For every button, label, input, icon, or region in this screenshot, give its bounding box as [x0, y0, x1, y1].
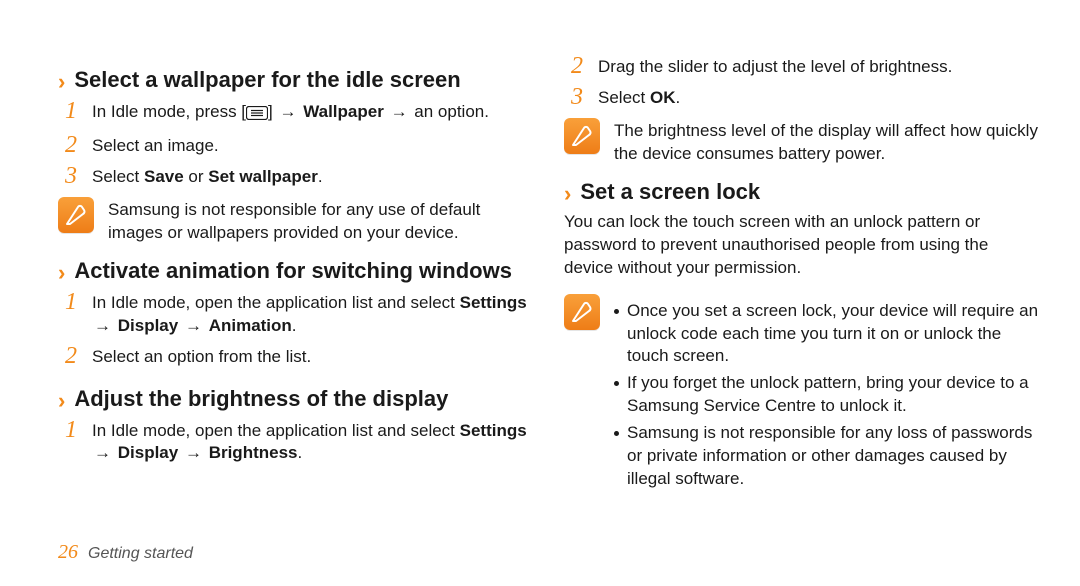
text: .	[318, 167, 323, 186]
menu-key-icon	[246, 104, 268, 127]
left-column: › Select a wallpaper for the idle screen…	[58, 54, 536, 507]
text: an option.	[410, 102, 489, 121]
text: Select	[92, 167, 144, 186]
arrow-icon: →	[183, 316, 204, 335]
text: In Idle mode, open the application list …	[92, 421, 460, 440]
section-screenlock-title: Set a screen lock	[580, 180, 760, 204]
arrow-icon: →	[183, 443, 204, 462]
two-column-layout: › Select a wallpaper for the idle screen…	[58, 54, 1042, 507]
bold-text: Display	[118, 316, 178, 335]
chevron-right-icon: ›	[58, 71, 64, 93]
wallpaper-note: Samsung is not responsible for any use o…	[58, 197, 536, 245]
bullet-icon	[614, 431, 619, 436]
list-item: Samsung is not responsible for any loss …	[614, 422, 1042, 491]
arrow-icon: →	[92, 316, 113, 335]
text: In Idle mode, open the application list …	[92, 293, 460, 312]
note-text: The brightness level of the display will…	[614, 118, 1042, 166]
wallpaper-step-3: 3 Select Save or Set wallpaper.	[58, 164, 536, 189]
note-icon	[58, 197, 94, 233]
note-icon	[564, 294, 600, 330]
step-text: Select OK.	[598, 85, 680, 110]
section-animation-head: › Activate animation for switching windo…	[58, 259, 536, 284]
step-number: 2	[64, 133, 78, 157]
section-wallpaper-head: › Select a wallpaper for the idle screen	[58, 68, 536, 93]
step-number: 2	[570, 54, 584, 78]
chevron-right-icon: ›	[564, 183, 570, 205]
note-text: Samsung is not responsible for any use o…	[108, 197, 536, 245]
bullet-icon	[614, 309, 619, 314]
bullet-text: Once you set a screen lock, your device …	[627, 300, 1042, 369]
chevron-right-icon: ›	[58, 262, 64, 284]
animation-step-1: 1 In Idle mode, open the application lis…	[58, 290, 536, 338]
section-screenlock-head: › Set a screen lock	[564, 180, 1042, 205]
page-footer: 26 Getting started	[58, 539, 193, 566]
wallpaper-step-2: 2 Select an image.	[58, 133, 536, 158]
bullet-text: Samsung is not responsible for any loss …	[627, 422, 1042, 491]
step-number: 3	[64, 164, 78, 188]
step-text: In Idle mode, open the application list …	[92, 418, 536, 466]
arrow-icon: →	[92, 443, 113, 462]
brightness-step-1: 1 In Idle mode, open the application lis…	[58, 418, 536, 466]
bold-text: Save	[144, 167, 184, 186]
manual-page: › Select a wallpaper for the idle screen…	[0, 0, 1080, 586]
step-number: 2	[64, 344, 78, 368]
list-item: Once you set a screen lock, your device …	[614, 300, 1042, 369]
step-text: Select an image.	[92, 133, 219, 158]
step-text: Select Save or Set wallpaper.	[92, 164, 323, 189]
step-number: 3	[570, 85, 584, 109]
bold-text: Settings	[460, 421, 527, 440]
brightness-step-2: 2 Drag the slider to adjust the level of…	[564, 54, 1042, 79]
bold-text: Set wallpaper	[208, 167, 318, 186]
list-item: If you forget the unlock pattern, bring …	[614, 372, 1042, 418]
text: .	[292, 316, 297, 335]
step-number: 1	[64, 290, 78, 314]
text: .	[675, 88, 680, 107]
step-text: In Idle mode, open the application list …	[92, 290, 536, 338]
text: Select	[598, 88, 650, 107]
text: .	[297, 443, 302, 462]
step-text: In Idle mode, press [] → Wallpaper → an …	[92, 99, 489, 127]
text: In Idle mode, press [	[92, 102, 246, 121]
step-text: Drag the slider to adjust the level of b…	[598, 54, 952, 79]
section-label: Getting started	[88, 543, 193, 565]
wallpaper-step-1: 1 In Idle mode, press [] → Wallpaper → a…	[58, 99, 536, 127]
note-body: Once you set a screen lock, your device …	[614, 294, 1042, 496]
brightness-step-3: 3 Select OK.	[564, 85, 1042, 110]
bold-text: Display	[118, 443, 178, 462]
right-column: 2 Drag the slider to adjust the level of…	[564, 54, 1042, 507]
page-number: 26	[58, 539, 78, 566]
screenlock-paragraph: You can lock the touch screen with an un…	[564, 211, 1042, 280]
section-brightness-title: Adjust the brightness of the display	[74, 387, 448, 411]
bold-text: Wallpaper	[303, 102, 384, 121]
arrow-icon: →	[389, 102, 410, 121]
screenlock-note: Once you set a screen lock, your device …	[564, 294, 1042, 496]
bold-text: OK	[650, 88, 676, 107]
section-animation-title: Activate animation for switching windows	[74, 259, 512, 283]
bullet-text: If you forget the unlock pattern, bring …	[627, 372, 1042, 418]
bold-text: Brightness	[209, 443, 298, 462]
section-brightness-head: › Adjust the brightness of the display	[58, 387, 536, 412]
bullet-icon	[614, 381, 619, 386]
note-icon	[564, 118, 600, 154]
step-number: 1	[64, 418, 78, 442]
step-number: 1	[64, 99, 78, 123]
brightness-note: The brightness level of the display will…	[564, 118, 1042, 166]
section-wallpaper-title: Select a wallpaper for the idle screen	[74, 68, 460, 92]
text: or	[184, 167, 209, 186]
arrow-icon: →	[277, 102, 298, 121]
chevron-right-icon: ›	[58, 390, 64, 412]
screenlock-bullet-list: Once you set a screen lock, your device …	[614, 300, 1042, 492]
step-text: Select an option from the list.	[92, 344, 311, 369]
bold-text: Settings	[460, 293, 527, 312]
animation-step-2: 2 Select an option from the list.	[58, 344, 536, 369]
bold-text: Animation	[209, 316, 292, 335]
